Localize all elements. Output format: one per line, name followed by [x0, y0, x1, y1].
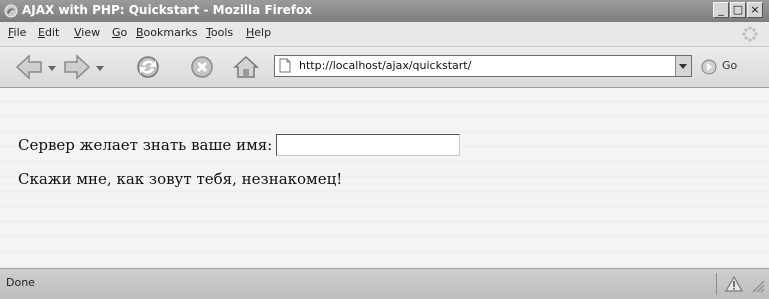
menu-go[interactable]: Go	[112, 26, 127, 39]
url-text[interactable]: http://localhost/ajax/quickstart/	[299, 59, 471, 72]
menu-tools[interactable]: Tools	[206, 26, 233, 39]
menu-view[interactable]: View	[74, 26, 100, 39]
back-dropdown-icon[interactable]	[48, 64, 56, 72]
url-bar[interactable]: http://localhost/ajax/quickstart/	[274, 55, 692, 77]
window-controls: _ □ ×	[712, 2, 763, 18]
menu-bookmarks[interactable]: Bookmarks	[136, 26, 197, 39]
menu-bar: File Edit View Go Bookmarks Tools Help	[0, 22, 769, 47]
url-history-dropdown[interactable]	[675, 56, 691, 76]
firefox-logo-icon	[4, 4, 18, 18]
title-bar[interactable]: AJAX with PHP: Quickstart - Mozilla Fire…	[0, 0, 769, 22]
name-prompt-label: Сервер желает знать ваше имя:	[18, 136, 273, 154]
reload-icon[interactable]	[134, 53, 162, 81]
home-icon[interactable]	[232, 53, 260, 81]
resize-grip-icon[interactable]	[751, 279, 765, 293]
stop-icon[interactable]	[190, 55, 214, 79]
browser-window: AJAX with PHP: Quickstart - Mozilla Fire…	[0, 0, 769, 299]
status-text: Done	[6, 276, 35, 289]
go-button[interactable]: Go	[722, 59, 737, 72]
page-icon	[279, 58, 291, 73]
menu-edit[interactable]: Edit	[38, 26, 59, 39]
close-button[interactable]: ×	[747, 2, 763, 18]
menu-help[interactable]: Help	[246, 26, 271, 39]
go-icon[interactable]	[701, 59, 717, 75]
back-icon[interactable]	[14, 53, 44, 81]
name-prompt-row: Сервер желает знать ваше имя:	[18, 134, 461, 156]
name-input[interactable]	[276, 134, 461, 156]
throbber-icon	[742, 26, 758, 42]
warning-icon[interactable]	[725, 276, 743, 292]
page-content: Сервер желает знать ваше имя: Скажи мне,…	[0, 88, 769, 268]
forward-dropdown-icon[interactable]	[96, 64, 104, 72]
forward-icon[interactable]	[62, 53, 92, 81]
chevron-down-icon	[679, 64, 687, 69]
status-divider	[716, 273, 717, 295]
navigation-toolbar: http://localhost/ajax/quickstart/ Go	[0, 47, 769, 88]
server-response-text: Скажи мне, как зовут тебя, незнакомец!	[18, 170, 343, 188]
maximize-button[interactable]: □	[730, 2, 746, 18]
menu-file[interactable]: File	[8, 26, 26, 39]
status-bar: Done	[0, 268, 769, 299]
minimize-button[interactable]: _	[713, 2, 729, 18]
window-title: AJAX with PHP: Quickstart - Mozilla Fire…	[22, 3, 313, 17]
